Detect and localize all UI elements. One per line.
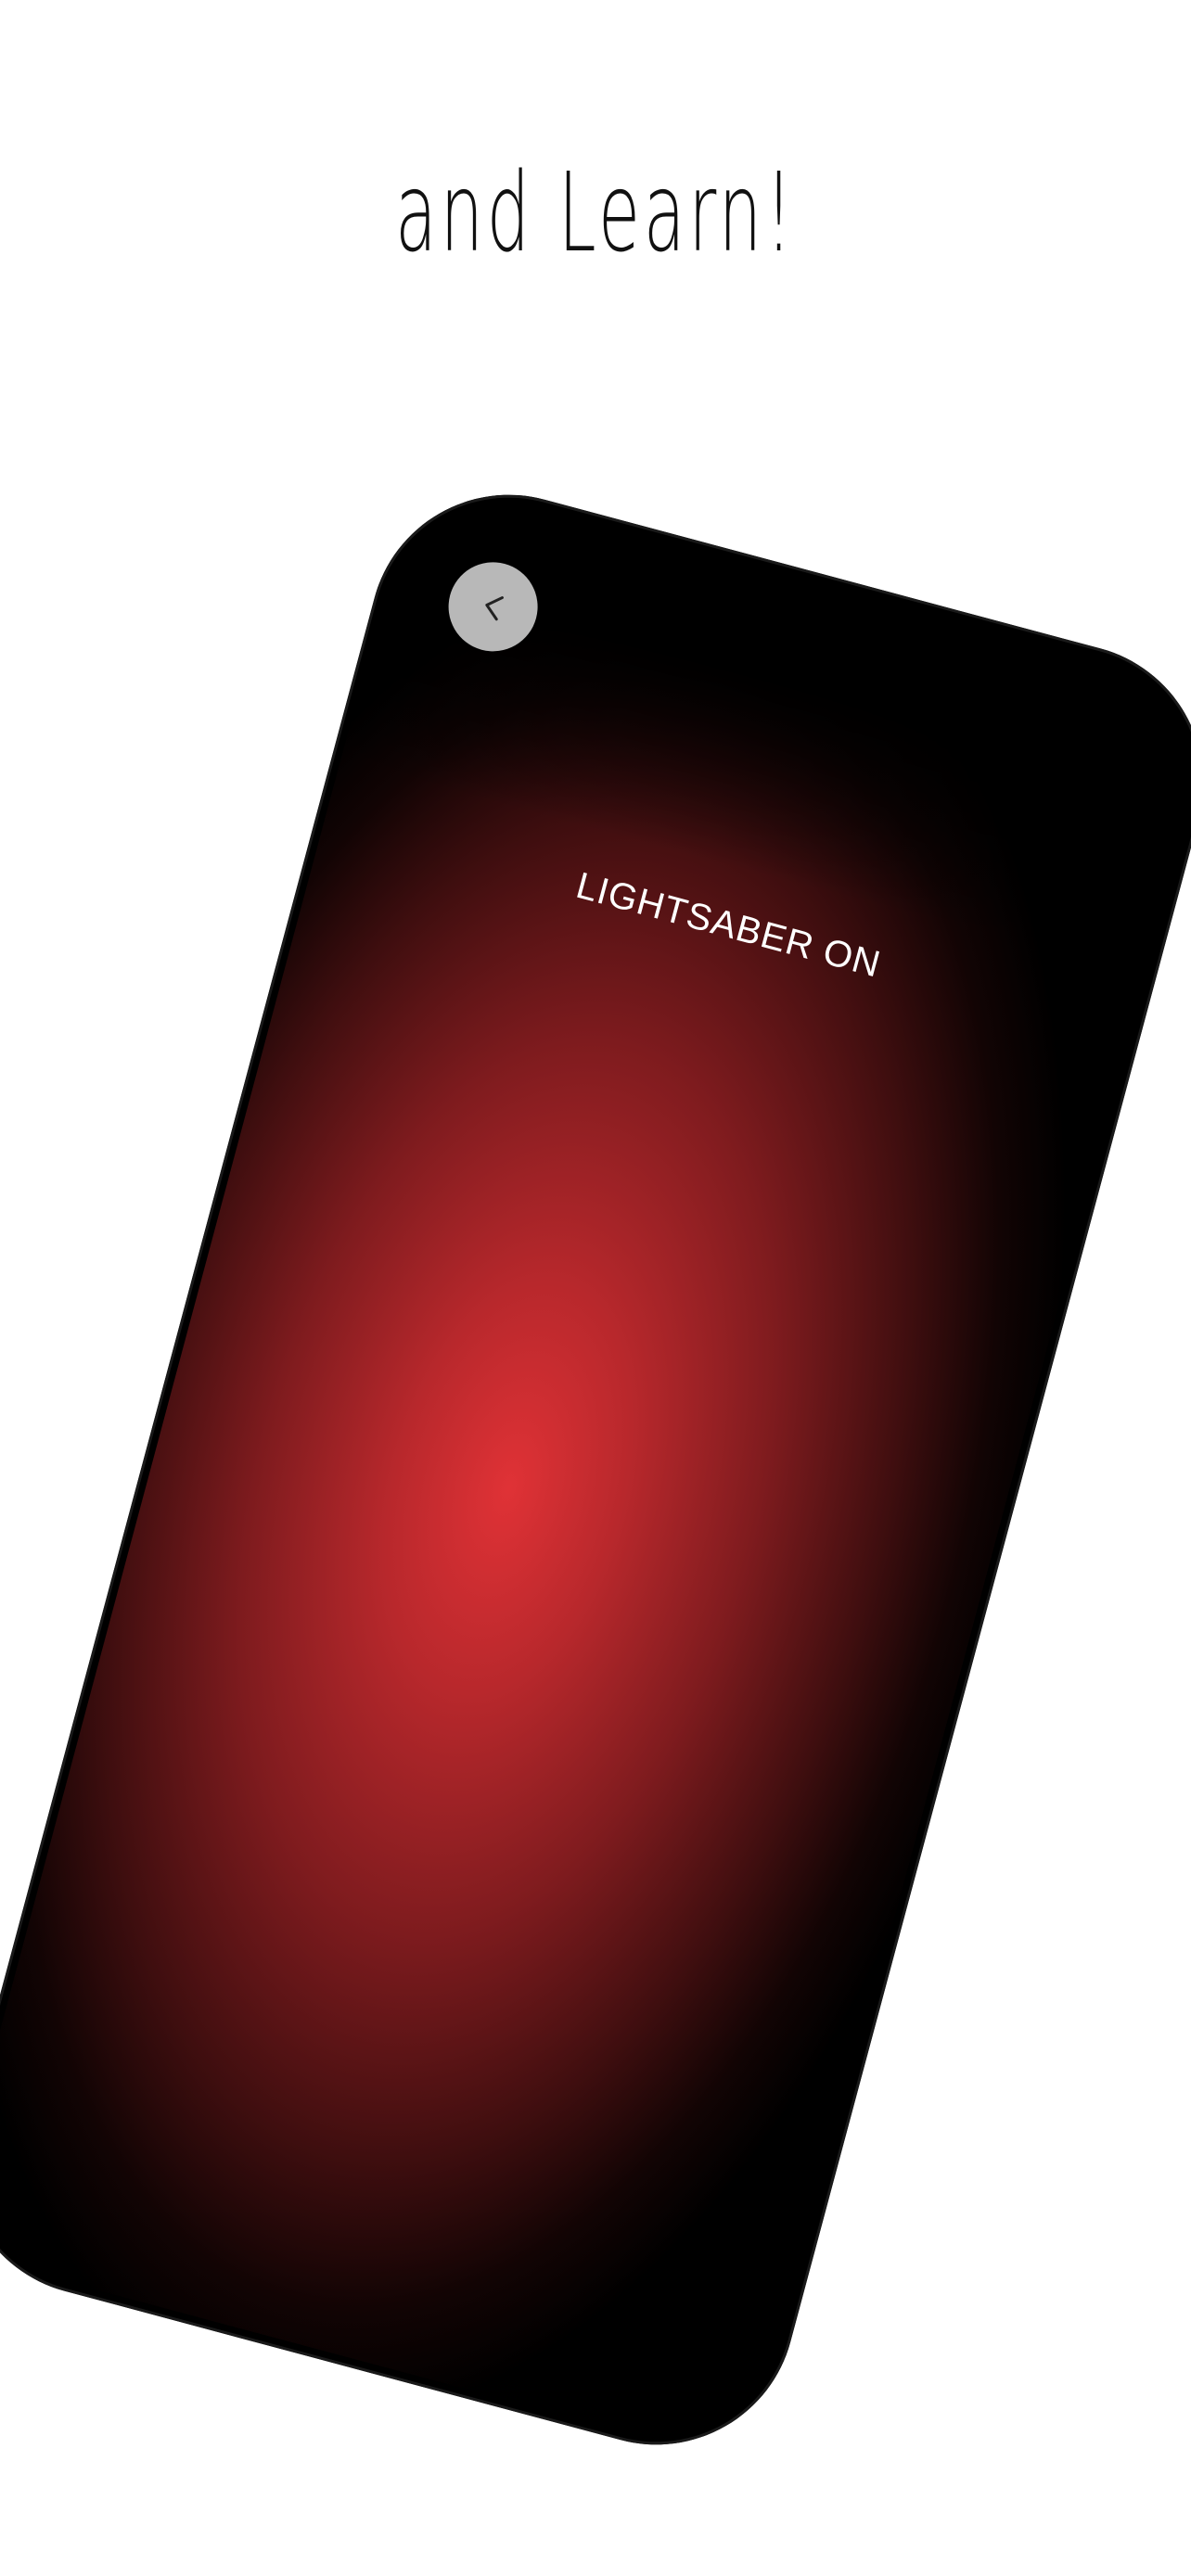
screen-top-shade	[339, 475, 1191, 978]
phone-screen: LIGHTSABER ON	[0, 475, 1191, 2465]
chevron-left-icon	[485, 596, 504, 621]
phone-mockup-container: LIGHTSABER ON	[0, 0, 1191, 2576]
app-store-screenshot: and Learn! LIGHTSABER ON	[0, 0, 1191, 2576]
phone-mockup: LIGHTSABER ON	[0, 464, 1191, 2476]
